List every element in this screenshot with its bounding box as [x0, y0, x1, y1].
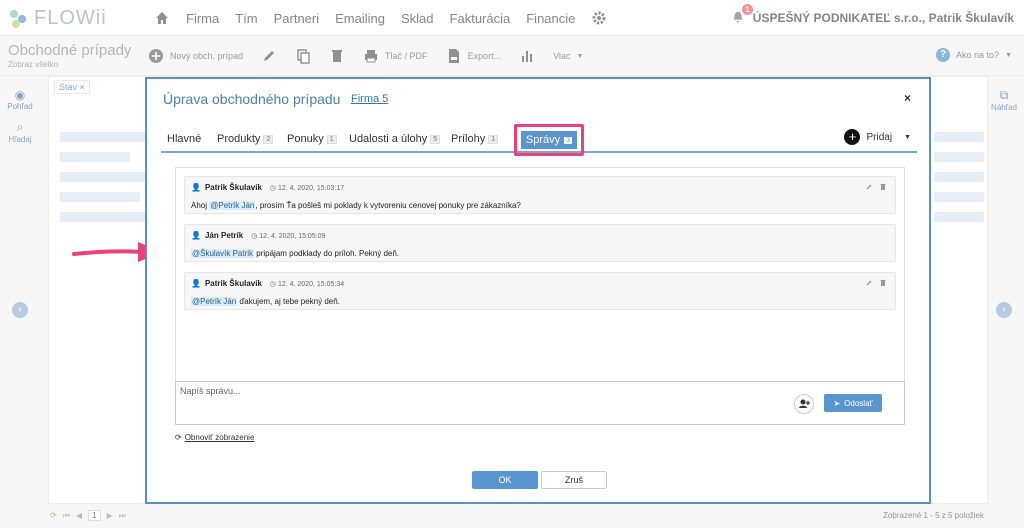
- message-time: ◷ 12. 4. 2020, 15:05:34: [269, 280, 345, 288]
- add-label: Pridaj: [866, 131, 893, 143]
- tab-label: Ponuky: [287, 133, 324, 145]
- dialog-tabs: Hlavné Produkty 2 Ponuky 1 Udalosti a úl…: [161, 124, 917, 156]
- pencil-icon[interactable]: [865, 279, 873, 287]
- message-item: 👤 Patrik Škulavík ◷ 12. 4. 2020, 15:03:1…: [184, 176, 896, 214]
- message-pre: Ahoj: [191, 201, 210, 210]
- message-post: , prosím Ťa pošleš mi poklady k vytvoren…: [255, 201, 521, 210]
- ok-button[interactable]: OK: [472, 471, 538, 489]
- refresh-link[interactable]: ⟳ Obnoviť zobrazenie: [175, 433, 254, 442]
- tab-label: Udalosti a úlohy: [349, 133, 428, 145]
- tab-label: Prílohy: [451, 133, 486, 145]
- close-button[interactable]: ×: [904, 91, 911, 105]
- message-text: @Škulavík Patrik pripájam podklady do pr…: [191, 249, 399, 258]
- send-button[interactable]: ➤ Odoslať: [824, 394, 882, 412]
- message-time: ◷ 12. 4. 2020, 15:03:17: [269, 184, 345, 192]
- message-text: @Petrík Ján ďakujem, aj tebe pekný deň.: [191, 297, 340, 306]
- tab-count: 1: [488, 134, 499, 144]
- tab-count: 5: [430, 134, 441, 144]
- message-author: Patrik Škulavík: [204, 183, 262, 192]
- tab-prilohy[interactable]: Prílohy 1: [451, 133, 499, 145]
- tab-udalosti[interactable]: Udalosti a úlohy 5: [349, 133, 441, 145]
- send-label: Odoslať: [844, 398, 873, 408]
- message-time-value: 12. 4. 2020, 15:03:17: [277, 184, 345, 192]
- pencil-icon[interactable]: [865, 183, 873, 191]
- edit-deal-dialog: Úprava obchodného prípadu Firma 5 × Hlav…: [145, 77, 931, 504]
- refresh-icon: ⟳: [175, 433, 182, 442]
- tab-ponuky[interactable]: Ponuky 1: [287, 133, 337, 145]
- tab-count: 1: [326, 134, 337, 144]
- message-time: ◷ 12. 4. 2020, 15:05:09: [251, 232, 326, 240]
- mention-user-button[interactable]: [794, 394, 814, 414]
- tab-label: Správy: [525, 134, 561, 146]
- message-author: Ján Petrík: [204, 231, 244, 240]
- message-input[interactable]: Napíš správu... ➤ Odoslať: [175, 381, 905, 425]
- trash-icon[interactable]: [879, 279, 887, 287]
- tab-spravy[interactable]: Správy 3: [521, 131, 577, 149]
- caret-down-icon: ▼: [904, 133, 911, 141]
- message-time-value: 12. 4. 2020, 15:05:09: [259, 232, 326, 240]
- mention-tag[interactable]: @Petrík Ján: [191, 297, 238, 306]
- message-text: Ahoj @Petrík Ján, prosím Ťa pošleš mi po…: [191, 201, 521, 210]
- tab-hlavne[interactable]: Hlavné: [167, 133, 201, 145]
- message-author: Patrik Škulavík: [204, 279, 262, 288]
- tab-produkty[interactable]: Produkty 2: [217, 133, 274, 145]
- message-time-value: 12. 4. 2020, 15:05:34: [277, 280, 345, 288]
- mention-tag[interactable]: @Škulavík Patrik: [191, 249, 255, 258]
- add-dropdown[interactable]: + Pridaj ▼: [844, 129, 911, 145]
- user-icon: 👤: [191, 183, 201, 192]
- dialog-title: Úprava obchodného prípadu: [163, 91, 341, 107]
- message-item: 👤 Patrik Škulavík ◷ 12. 4. 2020, 15:05:3…: [184, 272, 896, 310]
- highlight-box: Správy 3: [514, 124, 584, 156]
- message-post: ďakujem, aj tebe pekný deň.: [237, 297, 340, 306]
- tab-label: Produkty: [217, 133, 261, 145]
- refresh-label: Obnoviť zobrazenie: [184, 433, 255, 442]
- mention-tag[interactable]: @Petrík Ján: [209, 201, 256, 210]
- company-link[interactable]: Firma 5: [351, 93, 388, 105]
- message-placeholder: Napíš správu...: [180, 386, 241, 396]
- trash-icon[interactable]: [879, 183, 887, 191]
- tab-count: 3: [564, 136, 573, 144]
- user-icon: 👤: [191, 231, 201, 240]
- tab-label: Hlavné: [167, 133, 202, 145]
- user-icon: 👤: [191, 279, 201, 288]
- paper-plane-icon: ➤: [833, 398, 841, 408]
- message-item: 👤 Ján Petrík ◷ 12. 4. 2020, 15:05:09 @Šk…: [184, 224, 896, 262]
- tab-count: 2: [263, 134, 274, 144]
- cancel-button[interactable]: Zruš: [541, 471, 607, 489]
- plus-circle-icon: +: [844, 129, 861, 145]
- user-plus-icon: [799, 399, 810, 408]
- message-post: pripájam podklady do príloh. Pekný deň.: [254, 249, 400, 258]
